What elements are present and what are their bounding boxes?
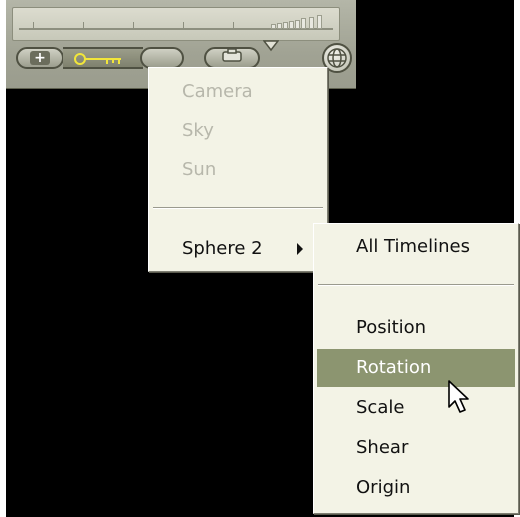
timeline-tick	[33, 22, 34, 28]
menu-separator	[318, 284, 514, 286]
menu-item-sky: Sky	[149, 112, 327, 149]
mouse-pointer-icon	[448, 380, 469, 413]
menu-item-label: Sky	[182, 120, 214, 141]
timeline-level-bar	[277, 23, 282, 29]
camera-icon	[222, 48, 242, 62]
menu-item-label: Camera	[182, 81, 253, 102]
timeline-tick	[183, 22, 184, 28]
globe-icon	[327, 48, 347, 68]
submenu-item-all-timelines[interactable]: All Timelines	[314, 228, 518, 265]
menu-item-camera: Camera	[149, 73, 327, 110]
remove-keyframe-button[interactable]	[140, 47, 184, 69]
keyframe-button[interactable]	[63, 47, 143, 69]
camera-lock-button[interactable]	[204, 47, 260, 69]
timeline-level-bar	[283, 22, 288, 29]
timeline-level-bar	[301, 18, 306, 29]
submenu-arrow-icon	[297, 243, 303, 255]
timeline-tick	[133, 22, 134, 28]
submenu-item-rotation[interactable]: Rotation	[317, 349, 515, 387]
menu-separator	[153, 207, 323, 209]
add-keyframe-button[interactable]: +	[16, 47, 64, 69]
timeline-level-bar	[295, 20, 300, 29]
menu-item-label: Rotation	[356, 357, 432, 378]
timeline-slider[interactable]	[12, 7, 340, 41]
key-icon	[74, 53, 121, 65]
timeline-level-bar	[309, 17, 314, 29]
timeline-level-bar	[317, 15, 322, 29]
timeline-submenu: All Timelines Position Rotation Scale Sh…	[313, 223, 519, 514]
menu-item-label: Position	[356, 317, 427, 338]
menu-item-label: All Timelines	[356, 236, 470, 257]
plus-icon: +	[30, 51, 50, 65]
timeline-level-bar	[271, 24, 276, 29]
menu-item-label: Sphere 2	[182, 238, 263, 259]
menu-item-label: Origin	[356, 477, 411, 498]
chevron-down-icon[interactable]	[263, 40, 279, 52]
submenu-item-position[interactable]: Position	[314, 309, 518, 346]
submenu-item-scale[interactable]: Scale	[314, 389, 518, 426]
submenu-item-origin[interactable]: Origin	[314, 469, 518, 506]
timeline-level-bar	[289, 21, 294, 29]
menu-item-label: Sun	[182, 159, 217, 180]
menu-item-sun: Sun	[149, 151, 327, 188]
object-context-menu: Camera Sky Sun Sphere 2	[148, 67, 328, 272]
menu-item-sphere-2[interactable]: Sphere 2	[149, 230, 327, 267]
menu-item-label: Shear	[356, 437, 409, 458]
menu-item-label: Scale	[356, 397, 405, 418]
timeline-tick	[233, 22, 234, 28]
timeline-tick	[83, 22, 84, 28]
submenu-item-shear[interactable]: Shear	[314, 429, 518, 466]
